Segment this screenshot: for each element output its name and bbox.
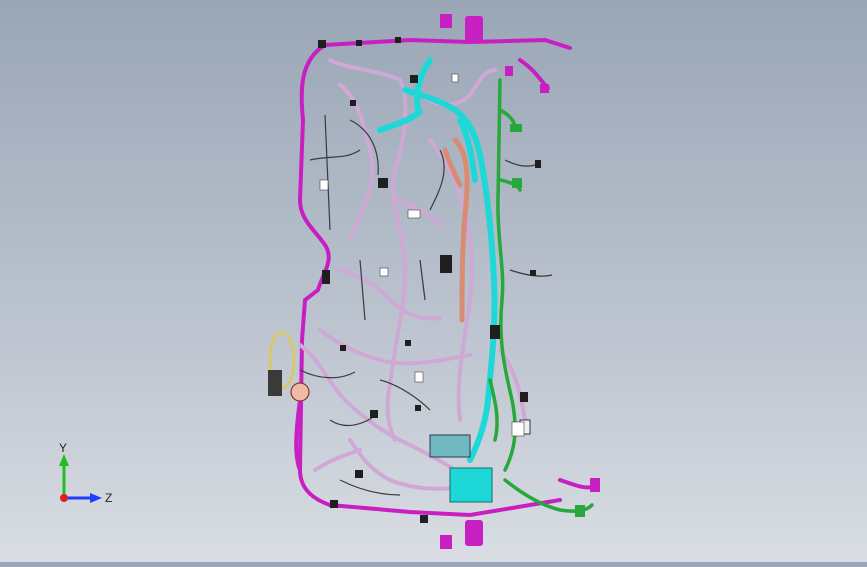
view-orientation-triad: Y Z: [59, 441, 112, 505]
green-connectors: [510, 124, 585, 517]
wire-harness-model[interactable]: [0, 0, 867, 562]
y-axis-arrow: [59, 454, 69, 466]
cyan-trunk: [377, 57, 498, 463]
green-branch: [488, 78, 594, 513]
origin-x-axis: [60, 494, 68, 502]
y-axis-label: Y: [59, 441, 67, 455]
graphics-viewport[interactable]: Y Z: [0, 0, 867, 562]
z-axis-label: Z: [105, 491, 112, 505]
z-axis-arrow: [90, 493, 102, 503]
